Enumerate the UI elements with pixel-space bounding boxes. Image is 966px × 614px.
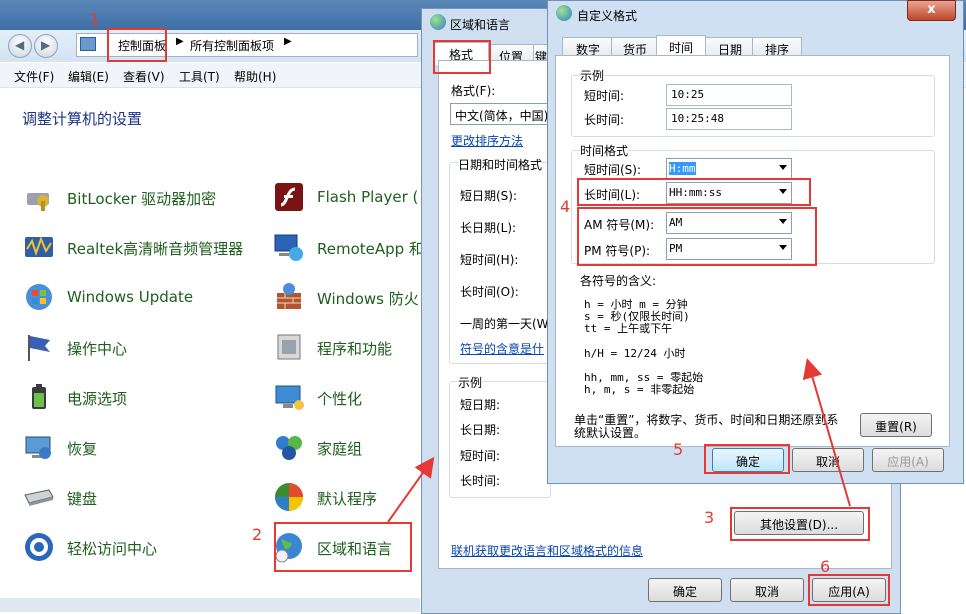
arrow-to-region-dialog bbox=[387, 456, 435, 523]
arrow-to-custom-format bbox=[802, 358, 851, 507]
annotation-arrows bbox=[387, 358, 851, 523]
